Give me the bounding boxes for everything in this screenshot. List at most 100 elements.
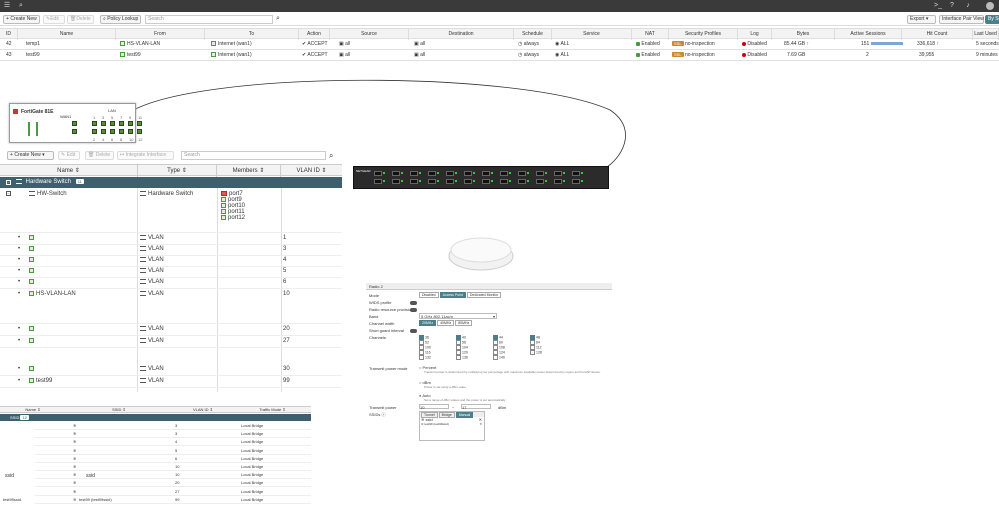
interface-row[interactable]: • VLAN 6 (0, 278, 342, 289)
ssid-row[interactable]: ≋ 6 Local Bridge (35, 455, 311, 463)
col-name[interactable]: Name ⇕ (0, 165, 138, 177)
tx-min-input[interactable]: 10 (419, 404, 449, 410)
ssid-row[interactable]: ≋ test99 (test99ssid) 99 Local Bridge (35, 496, 311, 504)
channel-checkbox[interactable]: 128 (530, 350, 542, 355)
ssid-row[interactable]: ≋ 10 Local Bridge (35, 463, 311, 471)
lan-port[interactable] (137, 121, 142, 126)
vlan-icon (140, 366, 146, 371)
radio-button[interactable]: ○ (419, 380, 421, 385)
collapse-icon[interactable]: − (6, 180, 11, 185)
port-led (509, 180, 511, 182)
vlan-icon (140, 378, 146, 383)
port-led (419, 172, 421, 174)
radio-button[interactable]: ○ (419, 365, 421, 370)
channel-checkbox[interactable]: 136 (456, 355, 468, 360)
lan-port[interactable] (128, 121, 133, 126)
col-traffic-mode[interactable]: Traffic Mode ⇕ (234, 407, 311, 413)
ssid-row[interactable]: ≋ 27 Local Bridge (35, 488, 311, 496)
interface-delete-button[interactable]: 🗑 Delete (85, 151, 114, 160)
port-led (545, 180, 547, 182)
port-number: 10 (129, 137, 134, 142)
col-members[interactable]: Members ⇕ (217, 165, 281, 177)
member-port: port12 (221, 215, 245, 221)
interface-row[interactable]: • VLAN 20 (0, 325, 342, 336)
lan-port[interactable] (110, 129, 115, 134)
switch-port (464, 179, 472, 184)
interface-edit-button[interactable]: ✎ Edit (58, 151, 80, 160)
ssid-row[interactable]: ≋ 10 Local Bridge (35, 471, 311, 480)
col-type[interactable]: Type ⇕ (138, 165, 217, 177)
wan-port[interactable] (72, 129, 77, 134)
lan-port[interactable] (110, 121, 115, 126)
interface-row[interactable]: • VLAN 1 (0, 234, 342, 245)
interface-row[interactable]: • VLAN 5 (0, 267, 342, 278)
port-icon (221, 203, 226, 209)
lan-port[interactable] (119, 129, 124, 134)
bullet: • (18, 338, 21, 344)
ssid-row[interactable]: ≋ 3 Local Bridge (35, 422, 311, 430)
ssid-picker[interactable]: Tunnel Bridge Manual ≋ ssid ✕ ≋ test99 (tes… (419, 411, 485, 441)
switch-port (500, 171, 508, 176)
port-number: 11 (138, 115, 143, 120)
bullet: • (18, 246, 21, 252)
search-icon[interactable]: ⌕ (329, 151, 333, 161)
col-vlan-id[interactable]: VLAN ID ⇕ (281, 165, 342, 177)
port-number: 2 (93, 137, 96, 142)
wids-toggle[interactable] (410, 300, 417, 305)
rrp-toggle[interactable] (410, 307, 417, 312)
vlan-interface-icon (29, 257, 34, 262)
switch-icon (140, 191, 146, 196)
interface-search-input[interactable]: Search (181, 151, 326, 160)
interface-row[interactable]: • VLAN 27 (0, 337, 342, 348)
vlan-interface-icon (29, 366, 34, 371)
port-led (455, 172, 457, 174)
ssid-row[interactable]: ≋ 3 Local Bridge (35, 430, 311, 439)
interface-create-new-button[interactable]: + Create New ▾ (7, 151, 54, 160)
col-name[interactable]: Name ⇕ (0, 407, 66, 413)
lan-port[interactable] (92, 129, 97, 134)
interface-row[interactable]: • VLAN 30 (0, 365, 342, 376)
vlan-interface-icon (29, 326, 34, 331)
vlan-interface-icon (29, 279, 34, 284)
interface-row[interactable]: • VLAN 4 (0, 256, 342, 267)
interface-row[interactable]: • HS-VLAN-LAN VLAN 10 (0, 290, 342, 324)
port-number: 5 (111, 115, 114, 120)
hardware-switch-group[interactable]: − Hardware Switch 11 (0, 177, 342, 188)
port-led (383, 172, 385, 174)
ssid-selected-item[interactable]: ≋ test99 (test99ssid) ✕ (420, 422, 484, 426)
ssid-row[interactable]: ≋ 4 Local Bridge (35, 438, 311, 447)
port-number: 7 (120, 115, 123, 120)
lan-port[interactable] (137, 129, 142, 134)
switch-port (554, 179, 562, 184)
lan-port[interactable] (119, 121, 124, 126)
col-vlan-id[interactable]: VLAN ID ⇕ (172, 407, 234, 413)
switch-port (410, 179, 418, 184)
ssid-row[interactable]: ≋ 20 Local Bridge (35, 479, 311, 488)
lan-port[interactable] (128, 129, 133, 134)
integrate-interface-button[interactable]: ↦ Integrate Interface (117, 151, 174, 160)
col-ssid[interactable]: SSID ⇕ (66, 407, 172, 413)
channel-checkbox[interactable]: 132 (419, 355, 431, 360)
wan-port[interactable] (72, 121, 77, 126)
sgi-toggle[interactable] (410, 328, 417, 333)
ssid-row[interactable]: ≋ 5 Local Bridge (35, 447, 311, 455)
port-led (419, 180, 421, 182)
switch-icon (16, 178, 22, 184)
band-select[interactable]: 5 GHz 802.11ac/n ▾ (419, 313, 497, 319)
vlan-icon (140, 235, 146, 240)
interface-row[interactable]: • test99 VLAN 99 (0, 377, 342, 388)
ssid-group[interactable]: SSID 12 (0, 414, 311, 421)
interface-row[interactable]: • VLAN 3 (0, 245, 342, 256)
port-led (473, 180, 475, 182)
port-number: 8 (120, 137, 123, 142)
lan-port[interactable] (101, 129, 106, 134)
port-led (401, 172, 403, 174)
lan-port[interactable] (101, 121, 106, 126)
collapse-icon[interactable]: − (6, 191, 11, 196)
channel-checkbox[interactable]: 140 (493, 355, 505, 360)
port-led (509, 172, 511, 174)
tx-max-input[interactable]: 17 (461, 404, 491, 410)
interface-row-hw-switch[interactable]: − HW-Switch Hardware Switch port7 port9 … (0, 189, 342, 233)
lan-port[interactable] (92, 121, 97, 126)
vlan-icon (140, 279, 146, 284)
